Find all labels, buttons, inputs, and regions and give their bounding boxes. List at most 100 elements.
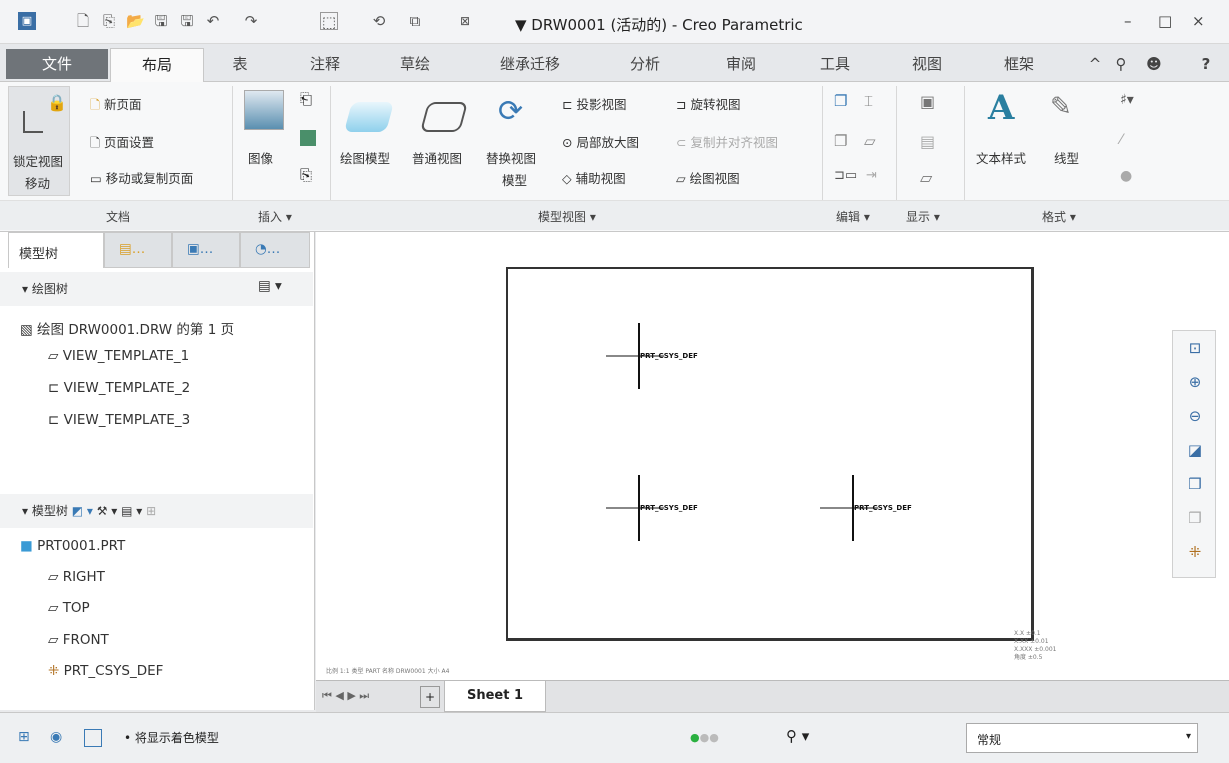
- windows-icon[interactable]: ⧉: [406, 12, 424, 30]
- group-model-views[interactable]: 模型视图 ▾: [538, 208, 596, 225]
- image-icon[interactable]: [244, 90, 284, 130]
- full-screen-icon[interactable]: [84, 729, 102, 747]
- edit-icon-6[interactable]: ⇥: [866, 168, 877, 183]
- tools-icon[interactable]: ⚒ ▾: [97, 504, 118, 518]
- tree-item-drawing-sheet[interactable]: ▧ 绘图 DRW0001.DRW 的第 1 页: [20, 318, 234, 338]
- search-icon[interactable]: ⚲: [1112, 48, 1130, 82]
- edit-icon-5[interactable]: ⊐▭: [834, 168, 857, 183]
- tree-columns-icon[interactable]: ▤ ▾: [121, 504, 142, 518]
- tree-item-view[interactable]: ⊏ VIEW_TEMPLATE_2: [48, 380, 190, 396]
- group-edit[interactable]: 编辑 ▾: [836, 208, 870, 225]
- sheet-navigation[interactable]: ⏮ ◀ ▶ ⏭: [322, 689, 369, 703]
- copy-align-view-button[interactable]: ⊂ 复制并对齐视图: [676, 132, 778, 151]
- format-icon-2[interactable]: ⁄: [1120, 132, 1122, 148]
- model-tree-toggle-icon[interactable]: ⊞: [18, 729, 30, 745]
- tab-folder-browser[interactable]: ▤…: [104, 232, 172, 268]
- tree-item-part[interactable]: ■ PRT0001.PRT: [20, 538, 125, 554]
- group-display[interactable]: 显示 ▾: [906, 208, 940, 225]
- tree-item-datum-plane[interactable]: ▱ RIGHT: [48, 569, 105, 585]
- edit-icon-2[interactable]: ⌶: [864, 92, 873, 110]
- undo-icon[interactable]: ↶: [204, 12, 222, 30]
- tab-layout[interactable]: 布局: [110, 48, 204, 82]
- display-icon-3[interactable]: ▱: [920, 168, 932, 187]
- view-template-1[interactable]: PRT_CSYS_DEF: [606, 323, 698, 393]
- add-sheet-button[interactable]: +: [420, 686, 440, 708]
- model-display-icon[interactable]: ◩ ▾: [72, 504, 93, 518]
- browser-toggle-icon[interactable]: ◉: [50, 729, 62, 745]
- tab-sketch[interactable]: 草绘: [380, 48, 450, 82]
- drawing-canvas[interactable]: PRT_CSYS_DEF PRT_CSYS_DEF PRT_CSYS_DEF 比…: [316, 232, 1229, 680]
- close-button[interactable]: ×: [1192, 12, 1205, 30]
- filter-icon[interactable]: ⊞: [146, 504, 156, 518]
- find-icon[interactable]: ⚲ ▾: [786, 727, 809, 745]
- tree-item-csys[interactable]: ⁜ PRT_CSYS_DEF: [48, 663, 163, 679]
- tab-history[interactable]: ◔…: [240, 232, 310, 268]
- detailed-view-button[interactable]: ⊙ 局部放大图: [562, 132, 639, 151]
- format-icon-1[interactable]: ♯▾: [1120, 92, 1134, 108]
- text-style-button[interactable]: 文本样式: [976, 148, 1026, 167]
- selection-filter-dropdown[interactable]: 常规 ▾: [966, 723, 1198, 753]
- tab-analysis[interactable]: 分析: [610, 48, 680, 82]
- tab-annotate[interactable]: 注释: [290, 48, 360, 82]
- tab-table[interactable]: 表: [210, 48, 270, 82]
- datum-display-icon[interactable]: ⁜: [1185, 543, 1205, 563]
- open-icon[interactable]: 📂: [126, 12, 145, 30]
- object-icon[interactable]: ⎘: [300, 166, 312, 184]
- drawing-model-button[interactable]: 绘图模型: [340, 148, 390, 167]
- move-copy-page-button[interactable]: ▭ 移动或复制页面: [90, 168, 193, 187]
- redo-icon[interactable]: ↷: [242, 12, 260, 30]
- tab-legacy-migration[interactable]: 继承迁移: [480, 48, 580, 82]
- view-template-3[interactable]: PRT_CSYS_DEF: [820, 475, 912, 545]
- edit-icon-1[interactable]: ❐: [834, 92, 847, 110]
- saved-views-icon[interactable]: ❒: [1185, 509, 1205, 529]
- group-format[interactable]: 格式 ▾: [1042, 208, 1076, 225]
- new-icon[interactable]: 🗋: [74, 12, 92, 30]
- tree-item-view[interactable]: ▱ VIEW_TEMPLATE_1: [48, 348, 189, 364]
- replace-view-button[interactable]: 替换视图: [486, 148, 536, 167]
- tree-item-datum-plane[interactable]: ▱ FRONT: [48, 632, 109, 648]
- image-button[interactable]: 图像: [248, 148, 273, 167]
- page-setup-button[interactable]: 🗋 页面设置: [90, 132, 154, 155]
- zoom-in-icon[interactable]: ⊕: [1185, 373, 1205, 393]
- lock-view-move-button[interactable]: 🔒 锁定视图 移动: [8, 86, 70, 196]
- projection-view-button[interactable]: ⊏ 投影视图: [562, 94, 626, 113]
- zoom-out-icon[interactable]: ⊖: [1185, 407, 1205, 427]
- edit-icon-4[interactable]: ▱: [864, 132, 876, 150]
- format-icon-3[interactable]: ●: [1120, 168, 1132, 184]
- group-insert[interactable]: 插入 ▾: [258, 208, 292, 225]
- tree-settings-icon[interactable]: ▤ ▾: [258, 278, 282, 294]
- tab-view[interactable]: 视图: [892, 48, 962, 82]
- minimize-button[interactable]: –: [1124, 12, 1132, 30]
- repaint-icon[interactable]: ◪: [1185, 441, 1205, 461]
- user-icon[interactable]: ☻: [1142, 48, 1166, 82]
- general-view-button[interactable]: 普通视图: [412, 148, 462, 167]
- display-style-icon[interactable]: ❒: [1185, 475, 1205, 495]
- new-page-button[interactable]: 🗋 新页面: [90, 94, 142, 117]
- tab-review[interactable]: 审阅: [706, 48, 776, 82]
- maximize-button[interactable]: □: [1158, 12, 1172, 30]
- edit-icon-3[interactable]: ❐: [834, 132, 847, 150]
- save-icon[interactable]: 🖫: [152, 12, 170, 30]
- line-style-button[interactable]: 线型: [1054, 148, 1079, 167]
- display-icon-1[interactable]: ▣: [920, 92, 935, 111]
- tab-file[interactable]: 文件: [6, 49, 108, 79]
- tab-framework[interactable]: 框架: [984, 48, 1054, 82]
- drawing-view-button[interactable]: ▱ 绘图视图: [676, 168, 740, 187]
- select-box-icon[interactable]: ⬚: [320, 12, 338, 31]
- tab-tools[interactable]: 工具: [800, 48, 870, 82]
- import-icon[interactable]: ⎗: [300, 90, 312, 108]
- tree-item-view[interactable]: ⊏ VIEW_TEMPLATE_3: [48, 412, 190, 428]
- view-template-2[interactable]: PRT_CSYS_DEF: [606, 475, 698, 545]
- close-window-icon[interactable]: ⊠: [456, 12, 474, 30]
- drawing-tree-title[interactable]: ▾ 绘图树: [22, 280, 68, 297]
- display-icon-2[interactable]: ▤: [920, 132, 935, 151]
- auxiliary-view-button[interactable]: ◇ 辅助视图: [562, 168, 626, 187]
- tree-item-datum-plane[interactable]: ▱ TOP: [48, 600, 90, 616]
- tab-model-tree[interactable]: 模型树: [8, 232, 104, 268]
- collapse-ribbon-icon[interactable]: ^: [1086, 48, 1104, 82]
- tab-favorites[interactable]: ▣…: [172, 232, 240, 268]
- regenerate-icon[interactable]: ⟲: [370, 12, 388, 30]
- picture-icon[interactable]: [300, 130, 316, 146]
- refit-icon[interactable]: ⊡: [1185, 339, 1205, 359]
- open-recent-icon[interactable]: ⎘: [100, 12, 118, 30]
